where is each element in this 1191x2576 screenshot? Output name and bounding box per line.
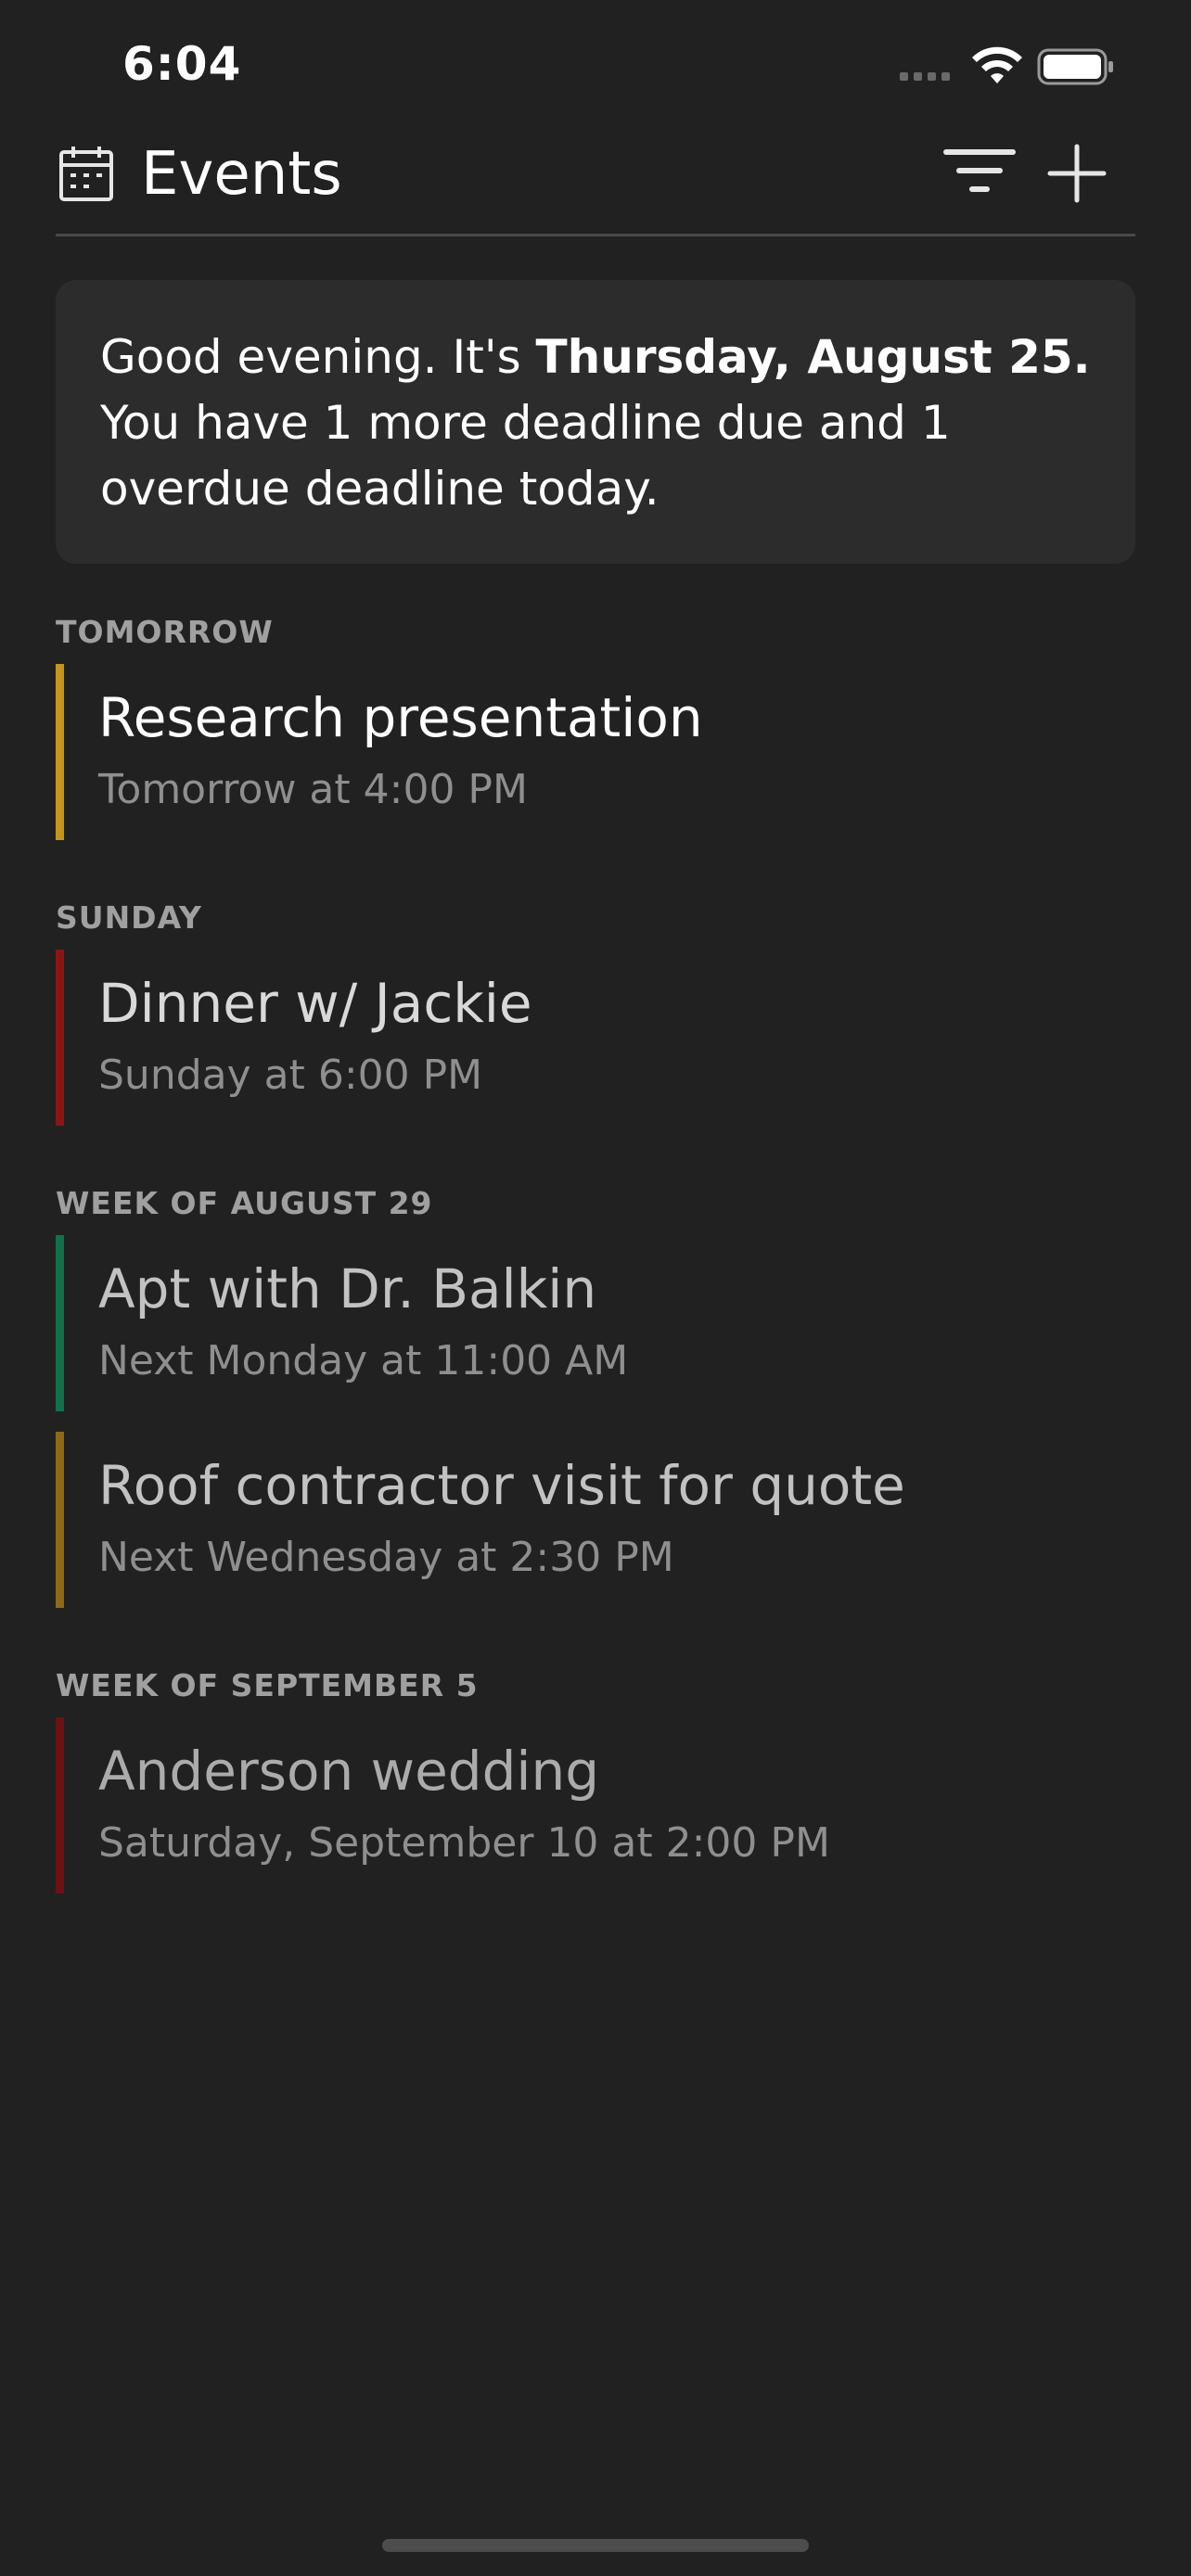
cellular-signal-icon (900, 72, 950, 81)
greeting-card: Good evening. It's Thursday, August 25. Y… (56, 280, 1135, 564)
section-header-week-sep-5: WEEK OF SEPTEMBER 5 (56, 1667, 479, 1703)
event-color-bar (56, 950, 64, 1126)
event-item[interactable]: Anderson wedding Saturday, September 10 … (56, 1717, 1135, 1894)
status-bar: 6:04 (0, 0, 1191, 130)
section-header-sunday: SUNDAY (56, 899, 202, 936)
event-color-bar (56, 1235, 64, 1411)
event-time: Next Monday at 11:00 AM (98, 1337, 629, 1384)
app-header: Events (56, 130, 1135, 236)
page-title: Events (141, 140, 342, 209)
event-color-bar (56, 1717, 64, 1894)
event-time: Sunday at 6:00 PM (98, 1052, 483, 1099)
event-item[interactable]: Apt with Dr. Balkin Next Monday at 11:00… (56, 1235, 1135, 1411)
event-time: Next Wednesday at 2:30 PM (98, 1534, 674, 1581)
greeting-date: Thursday, August 25. (535, 330, 1091, 384)
add-event-button[interactable] (1046, 143, 1108, 204)
greeting-prefix: Good evening. It's (100, 330, 536, 384)
event-title: Research presentation (98, 686, 703, 749)
filter-button[interactable] (942, 143, 1017, 202)
event-title: Dinner w/ Jackie (98, 972, 532, 1035)
event-item[interactable]: Dinner w/ Jackie Sunday at 6:00 PM (56, 950, 1135, 1126)
section-header-tomorrow: TOMORROW (56, 614, 274, 650)
greeting-text: Good evening. It's Thursday, August 25. Y… (100, 325, 1091, 522)
battery-icon (1037, 48, 1113, 85)
calendar-icon (59, 147, 113, 201)
event-title: Anderson wedding (98, 1740, 600, 1803)
event-item[interactable]: Roof contractor visit for quote Next Wed… (56, 1432, 1135, 1608)
event-color-bar (56, 1432, 64, 1608)
event-title: Apt with Dr. Balkin (98, 1257, 597, 1320)
event-time: Tomorrow at 4:00 PM (98, 766, 528, 813)
event-title: Roof contractor visit for quote (98, 1454, 905, 1517)
home-indicator[interactable] (382, 2539, 809, 2552)
status-time: 6:04 (122, 37, 242, 91)
section-header-week-aug-29: WEEK OF AUGUST 29 (56, 1185, 433, 1221)
wifi-icon (972, 46, 1022, 83)
event-time: Saturday, September 10 at 2:00 PM (98, 1819, 830, 1867)
event-color-bar (56, 664, 64, 840)
event-item[interactable]: Research presentation Tomorrow at 4:00 P… (56, 664, 1135, 840)
greeting-message: You have 1 more deadline due and 1 overd… (100, 396, 951, 516)
